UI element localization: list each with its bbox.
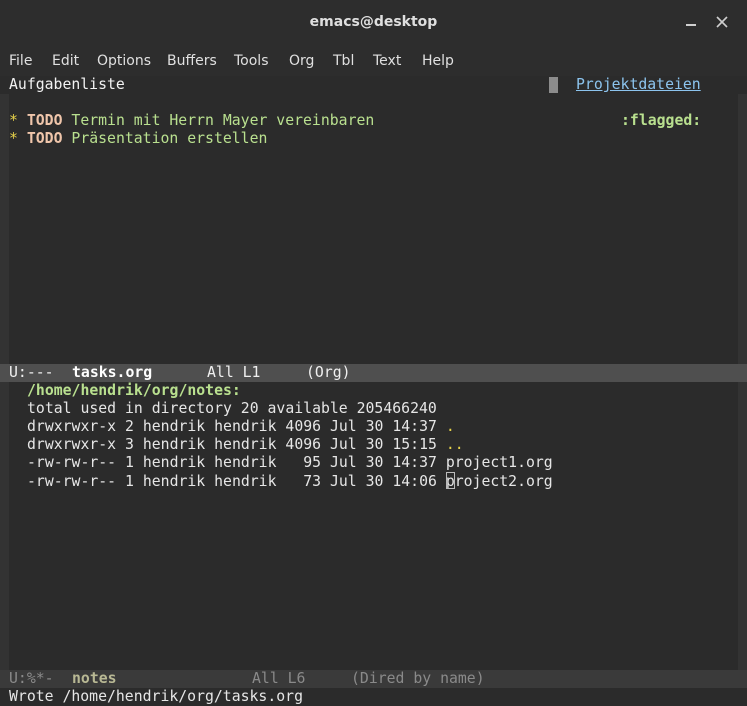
close-button[interactable] xyxy=(710,10,734,34)
dired-file-row[interactable]: drwxrwxr-x 3 hendrik hendrik 4096 Jul 30… xyxy=(27,436,464,454)
menu-text[interactable]: Text xyxy=(373,53,401,69)
emacs-window: emacs@desktop File Edit Options Buffers … xyxy=(0,0,747,706)
file-group: hendrik xyxy=(214,473,277,490)
menu-bar: File Edit Options Buffers Tools Org Tbl … xyxy=(0,46,747,76)
file-permissions: drwxrwxr-x xyxy=(27,418,117,435)
heading-tag: :flagged: xyxy=(621,112,702,129)
header-line: Aufgabenliste Projektdateien xyxy=(0,76,747,94)
menu-tools[interactable]: Tools xyxy=(234,53,269,69)
file-group: hendrik xyxy=(214,436,277,453)
file-group: hendrik xyxy=(214,454,277,471)
dired-file-row[interactable]: -rw-rw-r-- 1 hendrik hendrik 95 Jul 30 1… xyxy=(27,454,553,472)
file-group: hendrik xyxy=(214,418,277,435)
heading-text: Termin mit Herrn Mayer vereinbaren xyxy=(71,112,375,129)
todo-keyword: TODO xyxy=(26,112,63,129)
file-date: Jul 30 14:06 xyxy=(329,473,437,490)
file-size: 4096 xyxy=(285,418,322,435)
file-links: 1 xyxy=(125,473,134,490)
menu-buffers[interactable]: Buffers xyxy=(167,53,217,69)
mode-line-notes[interactable]: U:%*- notes All L6 (Dired by name) xyxy=(0,670,747,688)
minimize-icon xyxy=(686,24,696,26)
echo-area: Wrote /home/hendrik/org/tasks.org xyxy=(9,688,303,705)
header-separator xyxy=(549,77,558,93)
file-links: 2 xyxy=(125,418,134,435)
menu-options[interactable]: Options xyxy=(97,53,151,69)
file-name: .. xyxy=(445,436,464,453)
buffer-status: U:%*- xyxy=(9,670,54,687)
text-cursor xyxy=(445,472,455,489)
mode-line-tasks[interactable]: U:--- tasks.org All L1 (Org) xyxy=(0,364,747,382)
buffer-name: notes xyxy=(72,670,117,687)
file-owner: hendrik xyxy=(142,436,206,453)
header-title: Aufgabenliste xyxy=(9,76,125,93)
file-permissions: -rw-rw-r-- xyxy=(27,473,117,490)
menu-edit[interactable]: Edit xyxy=(52,53,79,69)
file-links: 1 xyxy=(125,454,134,471)
left-fringe xyxy=(0,382,9,670)
file-name: . xyxy=(445,418,455,435)
file-owner: hendrik xyxy=(142,473,206,490)
right-fringe xyxy=(738,382,747,670)
title-bar: emacs@desktop xyxy=(0,0,747,46)
file-links: 3 xyxy=(125,436,134,453)
menu-tbl[interactable]: Tbl xyxy=(333,53,354,69)
close-icon xyxy=(716,16,728,28)
heading-text: Präsentation erstellen xyxy=(71,130,268,147)
menu-help[interactable]: Help xyxy=(422,53,454,69)
dired-total-line: total used in directory 20 available 205… xyxy=(27,400,437,417)
org-heading-2[interactable]: * TODO Präsentation erstellen xyxy=(9,130,267,148)
file-date: Jul 30 14:37 xyxy=(329,418,437,435)
file-owner: hendrik xyxy=(142,454,206,471)
file-permissions: -rw-rw-r-- xyxy=(27,454,117,471)
window-title: emacs@desktop xyxy=(309,14,438,30)
file-name: project1.org xyxy=(445,454,553,471)
file-date: Jul 30 14:37 xyxy=(329,454,437,471)
major-mode: (Org) xyxy=(306,364,351,381)
file-permissions: drwxrwxr-x xyxy=(27,436,117,453)
file-date: Jul 30 15:15 xyxy=(329,436,437,453)
minimize-button[interactable] xyxy=(680,10,704,34)
right-fringe xyxy=(738,76,747,364)
heading-star: * xyxy=(9,130,18,147)
major-mode: (Dired by name) xyxy=(351,670,485,687)
buffer-status: U:--- xyxy=(9,364,54,381)
file-name: project2.org xyxy=(445,473,553,490)
file-owner: hendrik xyxy=(142,418,206,435)
buffer-name: tasks.org xyxy=(72,364,153,381)
file-size: 73 xyxy=(285,473,322,490)
project-files-link[interactable]: Projektdateien xyxy=(576,76,701,94)
buffer-position: All L1 xyxy=(207,364,261,381)
todo-keyword: TODO xyxy=(26,130,63,147)
dired-directory-header: /home/hendrik/org/notes: xyxy=(27,382,241,399)
menu-file[interactable]: File xyxy=(9,53,32,69)
dired-file-row[interactable]: -rw-rw-r-- 1 hendrik hendrik 73 Jul 30 1… xyxy=(27,472,553,491)
file-size: 4096 xyxy=(285,436,322,453)
org-heading-1[interactable]: * TODO Termin mit Herrn Mayer vereinbare… xyxy=(9,112,374,130)
heading-star: * xyxy=(9,112,18,129)
file-size: 95 xyxy=(285,454,322,471)
menu-org[interactable]: Org xyxy=(289,53,314,69)
buffer-position: All L6 xyxy=(252,670,306,687)
dired-file-row[interactable]: drwxrwxr-x 2 hendrik hendrik 4096 Jul 30… xyxy=(27,418,455,436)
